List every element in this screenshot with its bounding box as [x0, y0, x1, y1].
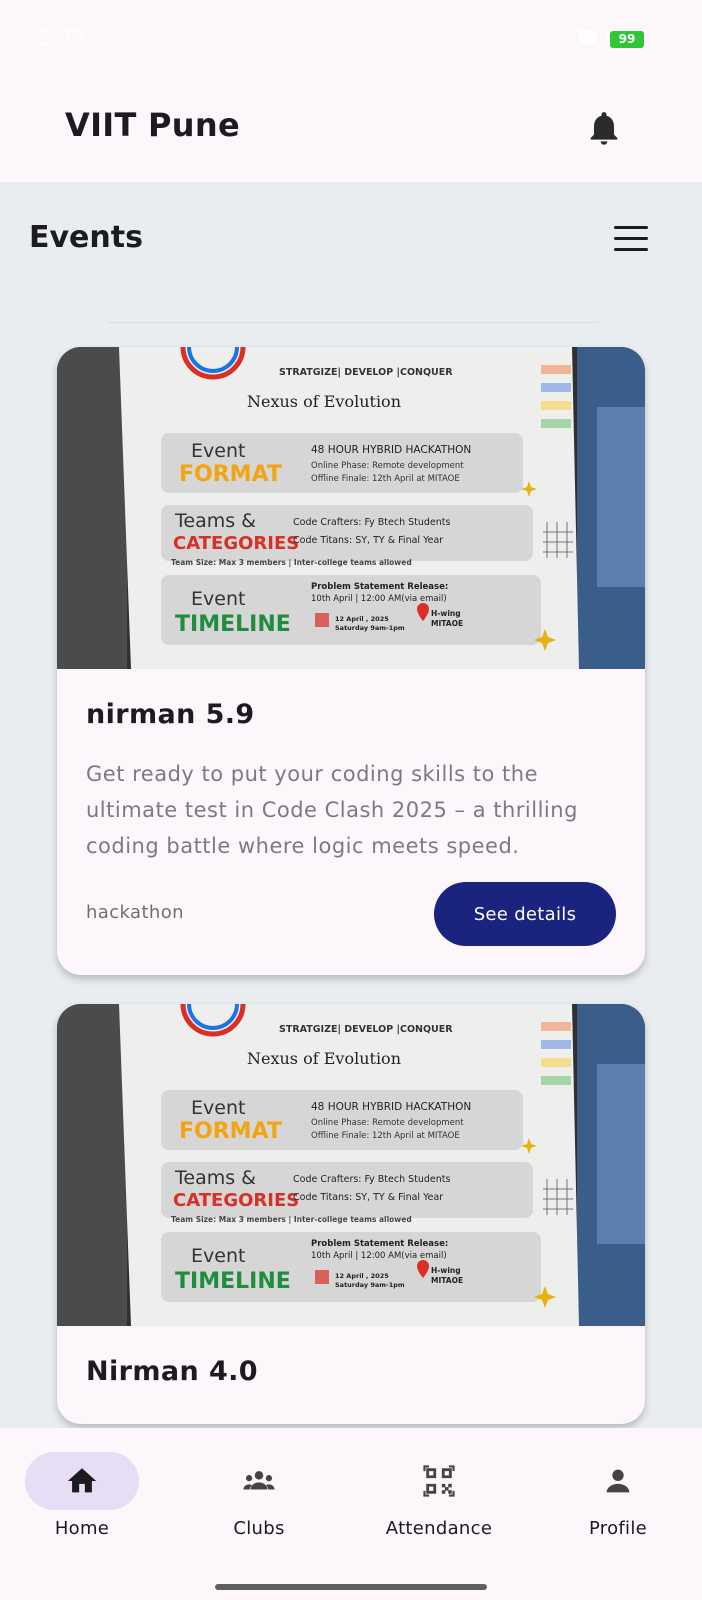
poster-teams-title: Teams &: [174, 510, 256, 532]
poster-timeline-place1: H-wing: [431, 1266, 461, 1275]
poster-teams-sub: CATEGORIES: [173, 533, 299, 554]
groups-icon: [243, 1471, 275, 1490]
poster-timeline-place2: MITAOE: [431, 1276, 463, 1285]
poster-format-sub: FORMAT: [179, 1119, 282, 1144]
nav-label-clubs: Clubs: [233, 1518, 285, 1539]
nav-item-home[interactable]: Home: [7, 1452, 157, 1572]
bottom-navigation: Home Clubs Attendance Profile: [0, 1428, 702, 1600]
poster-format-line1: 48 HOUR HYBRID HACKATHON: [311, 444, 471, 456]
nav-item-attendance[interactable]: Attendance: [364, 1452, 514, 1572]
section-title: Events: [29, 220, 143, 255]
poster-timeline-title: Event: [191, 1245, 245, 1267]
poster-timeline-place1: H-wing: [431, 609, 461, 618]
poster-format-line3: Offline Finale: 12th April at MITAOE: [311, 474, 460, 484]
poster-header: STRATGIZE| DEVELOP |CONQUER: [279, 367, 453, 378]
event-description: Get ready to put your coding skills to t…: [86, 762, 578, 858]
poster-teams-line1: Code Crafters: Fy Btech Students: [293, 517, 451, 528]
event-tag: hackathon: [86, 902, 184, 923]
poster-format-line2: Online Phase: Remote development: [311, 461, 464, 471]
poster-format-line1: 48 HOUR HYBRID HACKATHON: [311, 1101, 471, 1113]
event-card[interactable]: STRATGIZE| DEVELOP |CONQUER Nexus of Evo…: [57, 1004, 645, 1424]
poster-timeline-date: 12 April , 2025: [335, 1272, 389, 1280]
app-title: VIIT Pune: [65, 106, 240, 144]
see-details-button[interactable]: See details: [434, 882, 616, 946]
divider: [108, 322, 598, 323]
poster-timeline-sub: TIMELINE: [175, 1269, 291, 1294]
poster-timeline-line2: 10th April | 12:00 AM(via email): [311, 594, 447, 604]
poster-header: STRATGIZE| DEVELOP |CONQUER: [279, 1024, 453, 1035]
event-poster-image: STRATGIZE| DEVELOP |CONQUER Nexus of Evo…: [57, 347, 645, 669]
poster-format-line2: Online Phase: Remote development: [311, 1118, 464, 1128]
poster-timeline-line2: 10th April | 12:00 AM(via email): [311, 1251, 447, 1261]
poster-timeline-time: Saturday 9am-1pm: [335, 1281, 405, 1289]
poster-timeline-date: 12 April , 2025: [335, 615, 389, 623]
event-title: nirman 5.9: [86, 699, 255, 730]
qr-code-icon: [423, 1465, 455, 1497]
poster-timeline-time: Saturday 9am-1pm: [335, 624, 405, 632]
poster-timeline-place2: MITAOE: [431, 619, 463, 628]
poster-subtitle: Nexus of Evolution: [247, 1049, 401, 1068]
event-poster-image: STRATGIZE| DEVELOP |CONQUER Nexus of Evo…: [57, 1004, 645, 1326]
event-card[interactable]: STRATGIZE| DEVELOP |CONQUER Nexus of Evo…: [57, 347, 645, 975]
battery-icon: 99: [610, 31, 644, 48]
poster-timeline-sub: TIMELINE: [175, 612, 291, 637]
event-card-footer: hackathon See details: [86, 882, 616, 948]
poster-teams-line1: Code Crafters: Fy Btech Students: [293, 1174, 451, 1185]
poster-format-title: Event: [191, 440, 245, 462]
wifi-icon: [578, 30, 596, 44]
poster-teams-line2: Code Titans: SY, TY & Final Year: [293, 1192, 443, 1203]
person-icon: [606, 1469, 630, 1493]
poster-format-line3: Offline Finale: 12th April at MITAOE: [311, 1131, 460, 1141]
nav-label-profile: Profile: [588, 1518, 648, 1539]
nav-label-attendance: Attendance: [385, 1518, 493, 1539]
events-content[interactable]: Events STRATGIZE| DEVELOP |CONQUER Nexus…: [0, 182, 702, 1428]
home-icon: [67, 1468, 97, 1493]
poster-subtitle: Nexus of Evolution: [247, 392, 401, 411]
poster-format-sub: FORMAT: [179, 462, 282, 487]
poster-timeline-line1: Problem Statement Release:: [311, 1239, 448, 1249]
menu-icon[interactable]: [614, 226, 648, 252]
event-title: Nirman 4.0: [86, 1356, 258, 1387]
nav-active-indicator: [25, 1452, 139, 1510]
poster-teams-title: Teams &: [174, 1167, 256, 1189]
poster-timeline-line1: Problem Statement Release:: [311, 582, 448, 592]
poster-timeline-title: Event: [191, 588, 245, 610]
nav-label-home: Home: [54, 1518, 110, 1539]
poster-teams-sub: CATEGORIES: [173, 1190, 299, 1211]
status-time: 5:37: [40, 26, 85, 50]
poster-teams-size: Team Size: Max 3 members | Inter-college…: [171, 558, 412, 568]
home-indicator[interactable]: [215, 1584, 487, 1590]
nav-item-profile[interactable]: Profile: [543, 1452, 693, 1572]
poster-teams-size: Team Size: Max 3 members | Inter-college…: [171, 1215, 412, 1225]
nav-item-clubs[interactable]: Clubs: [184, 1452, 334, 1572]
poster-format-title: Event: [191, 1097, 245, 1119]
status-bar: 5:37 99: [0, 0, 702, 80]
app-bar: VIIT Pune: [0, 80, 702, 182]
poster-teams-line2: Code Titans: SY, TY & Final Year: [293, 535, 443, 546]
notifications-bell-icon[interactable]: [584, 106, 624, 150]
